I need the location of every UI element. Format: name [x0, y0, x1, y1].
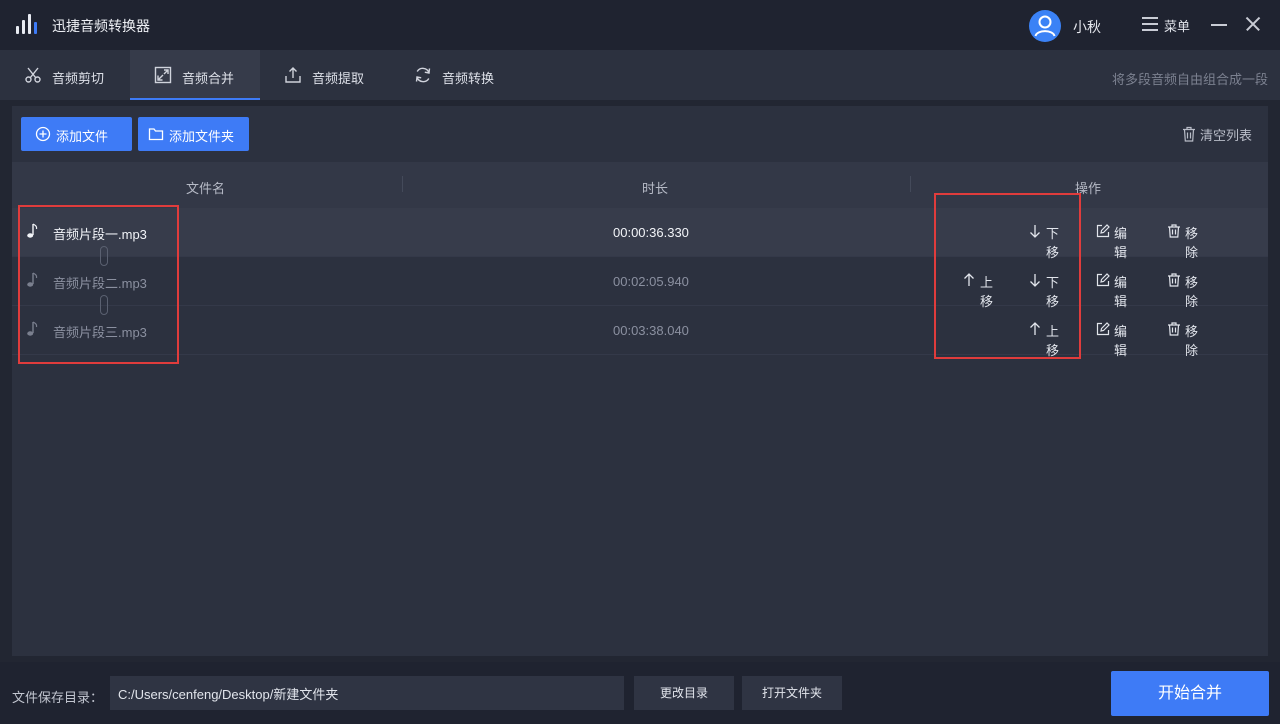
folder-icon [148, 128, 164, 141]
remove-label: 移除 [1185, 226, 1199, 260]
title-bar: 迅捷音频转换器 小秋 菜单 [0, 0, 1280, 50]
file-duration: 00:00:36.330 [613, 225, 689, 240]
user-icon [1034, 15, 1056, 37]
arrow-down-icon [1030, 225, 1040, 238]
column-header-duration: 时长 [642, 181, 669, 196]
chain-link-icon [100, 246, 108, 266]
music-note-icon [27, 321, 38, 336]
minimize-button[interactable] [1209, 14, 1229, 34]
tab-audio-extract[interactable]: 音频提取 [260, 50, 390, 100]
file-name: 音频片段二.mp3 [53, 276, 147, 291]
trash-icon [1168, 273, 1180, 287]
file-name: 音频片段三.mp3 [53, 325, 147, 340]
save-path-field[interactable] [110, 676, 624, 710]
tab-label: 音频合并 [182, 71, 235, 86]
app-title: 迅捷音频转换器 [52, 18, 150, 34]
save-directory-label: 文件保存目录： [12, 690, 104, 705]
edit-label: 编辑 [1114, 324, 1128, 358]
edit-icon [1096, 273, 1110, 287]
table-header: 文件名 时长 操作 [12, 162, 1268, 208]
edit-label: 编辑 [1114, 226, 1128, 260]
file-duration: 00:03:38.040 [613, 323, 689, 338]
change-directory-button[interactable]: 更改目录 [634, 676, 734, 710]
table-row[interactable]: 音频片段一.mp3 00:00:36.330 下移 编辑 移除 [12, 208, 1268, 260]
clear-list-label: 清空列表 [1200, 128, 1253, 143]
tab-audio-convert[interactable]: 音频转换 [390, 50, 520, 100]
tab-label: 音频提取 [312, 71, 365, 86]
column-divider [910, 176, 911, 192]
move-up-label: 上移 [1046, 324, 1060, 358]
tab-bar: 音频剪切 音频合并 音频提取 音频转换 [0, 50, 1280, 100]
music-note-icon [27, 272, 38, 287]
arrow-up-icon [1030, 322, 1040, 335]
scissors-icon [25, 67, 41, 83]
chain-link-icon [100, 295, 108, 315]
trash-icon [1183, 126, 1195, 142]
remove-label: 移除 [1185, 324, 1199, 358]
tab-audio-merge[interactable]: 音频合并 [130, 50, 260, 100]
start-merge-button[interactable]: 开始合并 [1111, 671, 1269, 716]
menu-button[interactable]: 菜单 [1142, 14, 1198, 36]
tab-label: 音频转换 [442, 71, 495, 86]
clear-list-button[interactable]: 清空列表 [1182, 125, 1262, 145]
merge-hint: 将多段音频自由组合成一段 [1111, 72, 1268, 87]
move-down-label: 下移 [1046, 226, 1060, 260]
user-avatar[interactable] [1029, 10, 1061, 42]
column-header-actions: 操作 [1075, 181, 1102, 196]
username[interactable]: 小秋 [1073, 17, 1101, 37]
table-row[interactable]: 音频片段三.mp3 00:03:38.040 上移 编辑 移除 [12, 306, 1268, 358]
add-folder-button[interactable]: 添加文件夹 [138, 117, 249, 151]
edit-icon [1096, 322, 1110, 336]
app-logo-icon [14, 12, 42, 38]
column-divider [402, 176, 403, 192]
file-duration: 00:02:05.940 [613, 274, 689, 289]
open-folder-button[interactable]: 打开文件夹 [742, 676, 842, 710]
trash-icon [1168, 322, 1180, 336]
move-up-label: 上移 [980, 275, 994, 309]
merge-icon [154, 66, 172, 84]
add-file-button[interactable]: 添加文件 [21, 117, 132, 151]
edit-icon [1096, 224, 1110, 238]
music-note-icon [27, 223, 38, 238]
file-name: 音频片段一.mp3 [53, 227, 147, 242]
column-header-filename: 文件名 [186, 181, 226, 196]
trash-icon [1168, 224, 1180, 238]
move-down-label: 下移 [1046, 275, 1060, 309]
convert-icon [415, 67, 431, 83]
table-row[interactable]: 音频片段二.mp3 00:02:05.940 上移 下移 编辑 移除 [12, 257, 1268, 309]
add-folder-label: 添加文件夹 [169, 129, 235, 144]
hamburger-icon [1142, 17, 1158, 31]
arrow-down-icon [1030, 274, 1040, 287]
extract-icon [285, 67, 301, 83]
add-file-label: 添加文件 [56, 129, 109, 144]
plus-circle-icon [35, 126, 51, 142]
edit-label: 编辑 [1114, 275, 1128, 309]
tab-audio-cut[interactable]: 音频剪切 [0, 50, 130, 100]
tab-label: 音频剪切 [52, 71, 105, 86]
arrow-up-icon [964, 273, 974, 286]
menu-label: 菜单 [1164, 19, 1191, 34]
close-button[interactable] [1243, 14, 1263, 34]
remove-label: 移除 [1185, 275, 1199, 309]
